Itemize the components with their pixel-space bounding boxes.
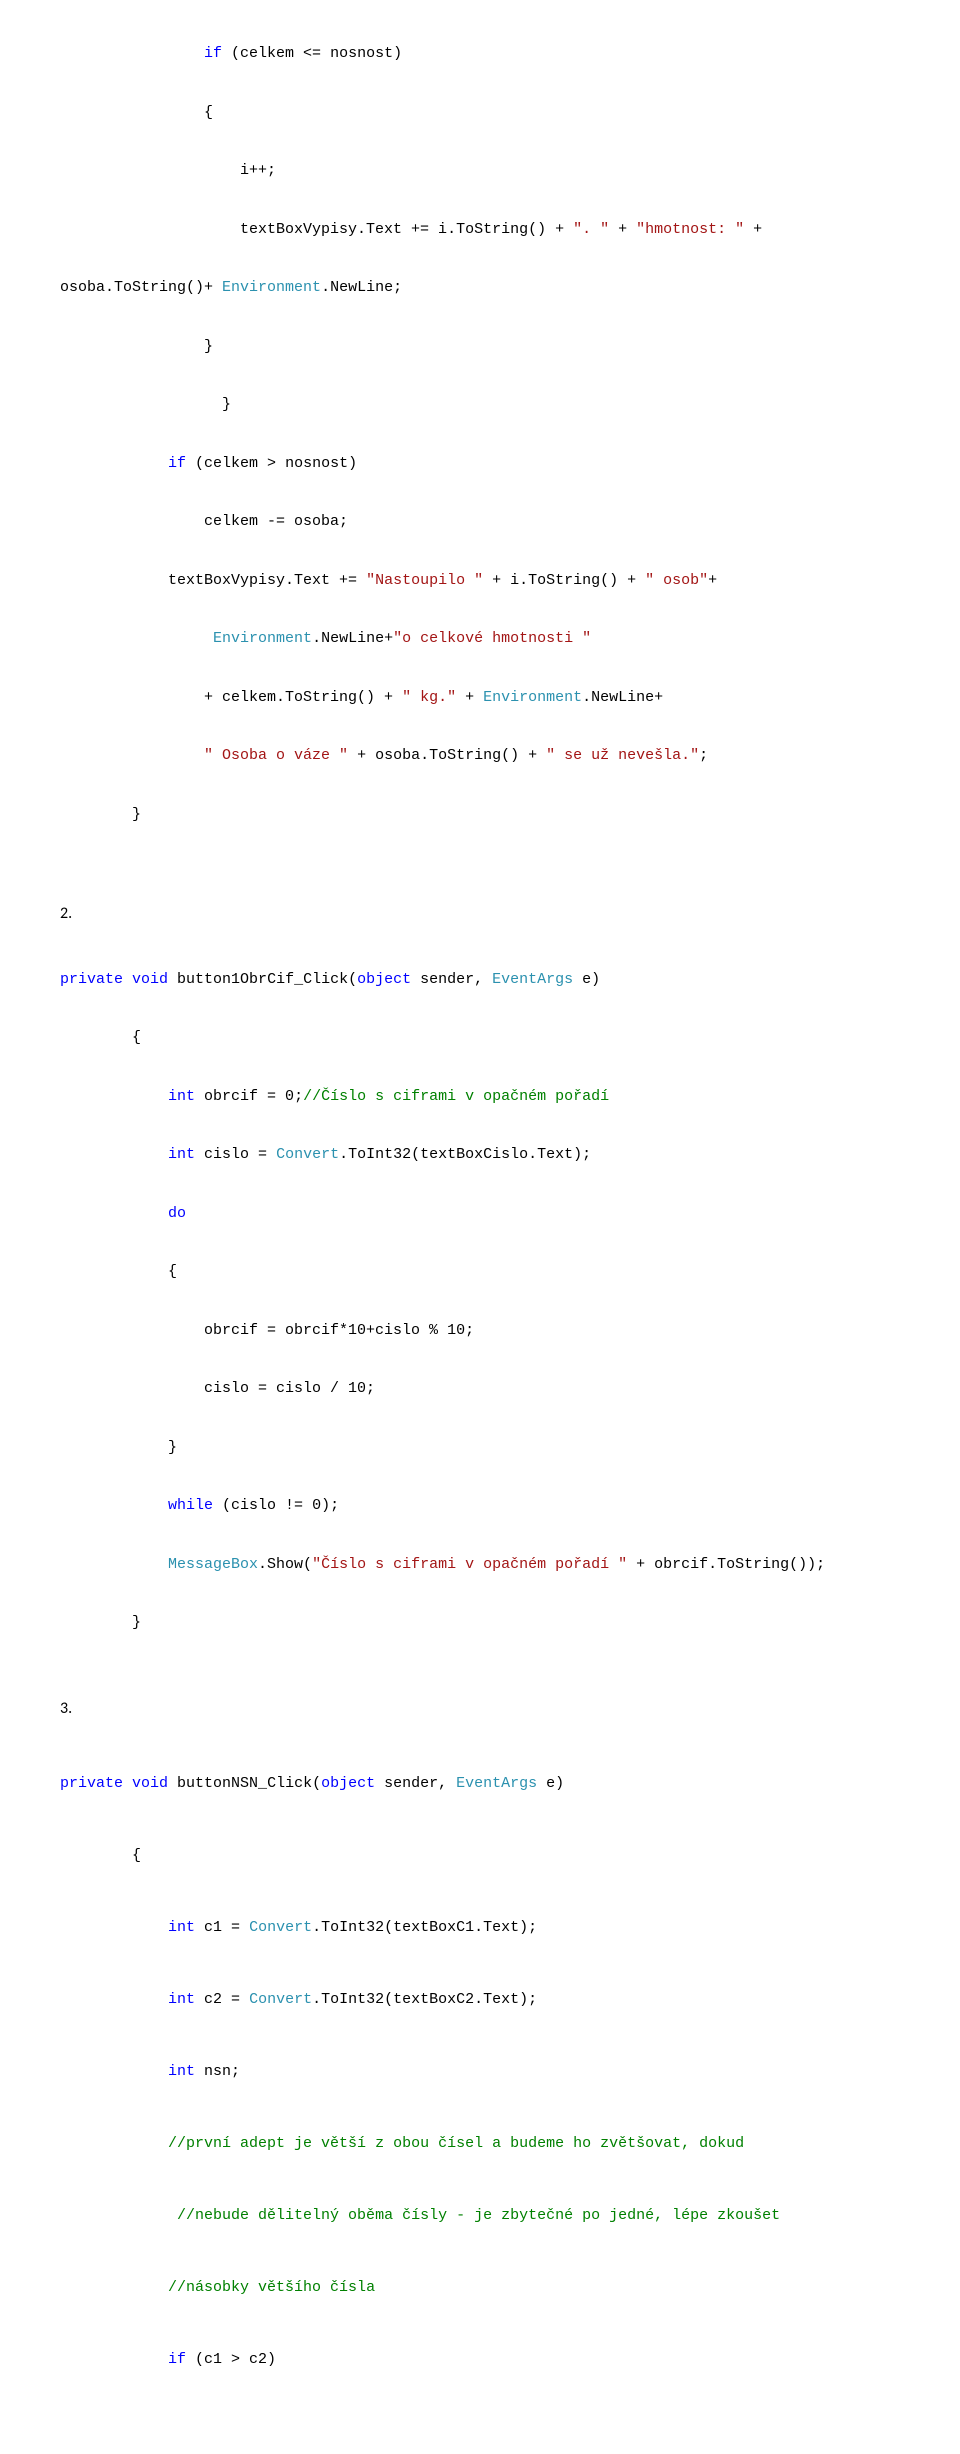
code-block-2: private void button1ObrCif_Click(object … <box>60 935 960 1666</box>
code-line: { <box>60 98 960 127</box>
code-line: private void button1ObrCif_Click(object … <box>60 965 960 994</box>
code-line: obrcif = obrcif*10+cislo % 10; <box>60 1316 960 1345</box>
code-line: i++; <box>60 156 960 185</box>
code-block-1: if (celkem <= nosnost) { i++; textBoxVyp… <box>60 10 960 858</box>
code-line: textBoxVypisy.Text += "Nastoupilo " + i.… <box>60 566 960 595</box>
code-line: //násobky většího čísla <box>60 2270 960 2306</box>
code-line: int nsn; <box>60 2054 960 2090</box>
code-line: if (celkem > nosnost) <box>60 449 960 478</box>
section-label-2: 2. <box>60 898 960 929</box>
section-label-3: 3. <box>60 1693 960 1724</box>
code-line: MessageBox.Show("Číslo s ciframi v opačn… <box>60 1550 960 1579</box>
code-line: textBoxVypisy.Text += i.ToString() + ". … <box>60 215 960 244</box>
code-line: int c2 = Convert.ToInt32(textBoxC2.Text)… <box>60 1982 960 2018</box>
code-line: while (cislo != 0); <box>60 1491 960 1520</box>
code-line: { <box>60 1838 960 1874</box>
code-line: { <box>60 1257 960 1286</box>
code-line: } <box>60 1608 960 1637</box>
code-line: } <box>60 800 960 829</box>
code-line: //nebude dělitelný oběma čísly - je zbyt… <box>60 2198 960 2234</box>
code-line: int obrcif = 0;//Číslo s ciframi v opačn… <box>60 1082 960 1111</box>
code-line: Environment.NewLine+"o celkové hmotnosti… <box>60 624 960 653</box>
code-block-3: private void buttonNSN_Click(object send… <box>60 1730 960 2414</box>
code-line: osoba.ToString()+ Environment.NewLine; <box>60 273 960 302</box>
code-line: " Osoba o váze " + osoba.ToString() + " … <box>60 741 960 770</box>
code-line: + celkem.ToString() + " kg." + Environme… <box>60 683 960 712</box>
code-line: cislo = cislo / 10; <box>60 1374 960 1403</box>
code-line: } <box>60 1433 960 1462</box>
code-line: { <box>60 1023 960 1052</box>
code-line: int cislo = Convert.ToInt32(textBoxCislo… <box>60 1140 960 1169</box>
code-line: } <box>60 390 960 419</box>
code-line: } <box>60 332 960 361</box>
code-line: private void buttonNSN_Click(object send… <box>60 1766 960 1802</box>
code-line: int c1 = Convert.ToInt32(textBoxC1.Text)… <box>60 1910 960 1946</box>
code-line: if (c1 > c2) <box>60 2342 960 2378</box>
code-line: do <box>60 1199 960 1228</box>
code-line: celkem -= osoba; <box>60 507 960 536</box>
code-line: //první adept je větší z obou čísel a bu… <box>60 2126 960 2162</box>
code-line: if (celkem <= nosnost) <box>60 39 960 68</box>
